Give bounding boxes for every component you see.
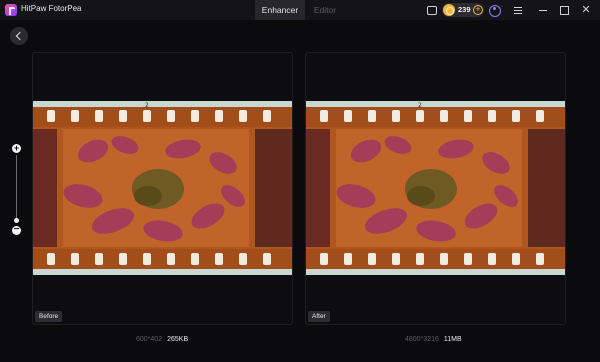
mode-tabs: Enhancer Editor [255,0,345,20]
after-info: 4800*3216 11MB [405,336,462,343]
tab-editor[interactable]: Editor [305,0,345,20]
tab-enhancer[interactable]: Enhancer [255,0,305,20]
title-bar: HitPaw FotorPea Enhancer Editor 239 + ✕ [0,0,600,20]
after-image[interactable] [306,101,565,275]
before-dimensions: 600*402 [136,336,163,343]
after-panel: After [305,52,566,325]
message-icon[interactable] [425,4,437,16]
film-photo: 2 [33,101,292,275]
zoom-handle[interactable] [14,218,19,223]
zoom-slider[interactable]: + − [11,144,23,236]
app-title: HitPaw FotorPea [21,4,82,13]
zoom-in-icon[interactable]: + [12,144,21,153]
fotorpea-logo-icon [5,4,17,16]
coin-icon [443,4,455,16]
before-tag: Before [35,311,63,322]
after-tag: After [308,311,330,322]
user-icon[interactable] [488,4,501,17]
before-image[interactable]: 2 [33,101,292,275]
menu-icon[interactable] [512,4,524,16]
close-icon[interactable]: ✕ [580,4,592,16]
before-panel: 2 Before [32,52,293,325]
after-file-size: 11MB [443,336,462,343]
minimize-icon[interactable] [537,4,549,16]
film-photo-enhanced [306,101,565,275]
before-file-size: 265KB [167,336,189,343]
before-info: 600*402 265KB [136,336,188,343]
after-dimensions: 4800*3216 [405,336,439,343]
add-credits-icon[interactable]: + [473,5,483,15]
credits-badge[interactable]: 239 + [442,3,484,17]
maximize-icon[interactable] [558,4,570,16]
back-button[interactable] [10,27,28,45]
credits-count: 239 [458,5,471,14]
zoom-out-icon[interactable]: − [12,225,21,235]
zoom-track[interactable] [16,155,17,221]
